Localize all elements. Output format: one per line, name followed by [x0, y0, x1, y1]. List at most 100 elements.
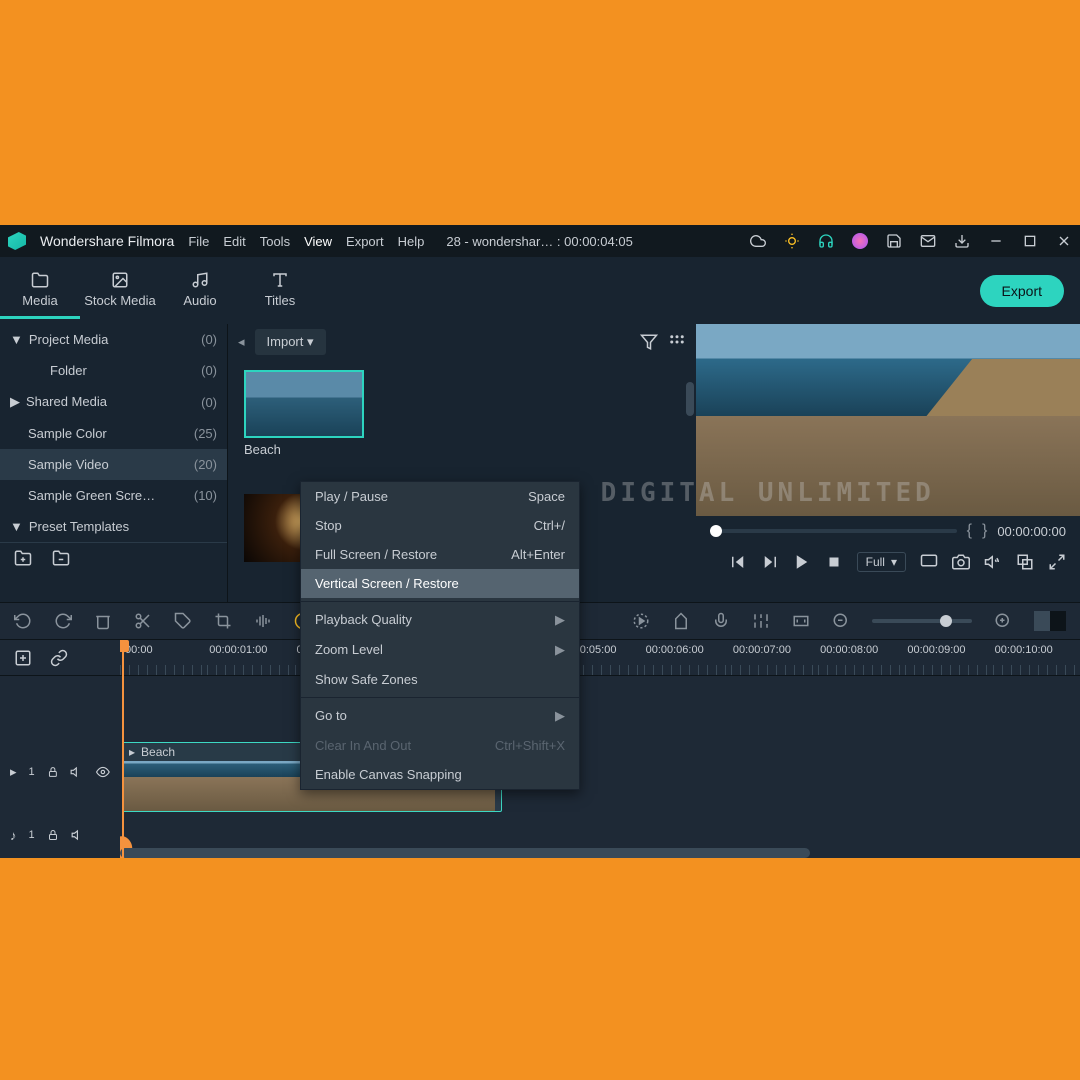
close-icon[interactable] — [1056, 233, 1072, 249]
headphones-icon[interactable] — [818, 233, 834, 249]
tab-titles[interactable]: Titles — [240, 263, 320, 319]
mark-out-icon[interactable]: } — [982, 522, 987, 540]
mic-icon[interactable] — [712, 612, 730, 630]
eye-icon[interactable] — [96, 765, 110, 779]
save-icon[interactable] — [886, 233, 902, 249]
trash-icon[interactable] — [94, 612, 112, 630]
menu-goto[interactable]: Go to▶ — [301, 701, 579, 731]
collapse-icon[interactable]: ◂ — [238, 334, 245, 350]
sidebar-item-sample-color[interactable]: Sample Color (25) — [0, 418, 227, 449]
export-button[interactable]: Export — [980, 275, 1064, 307]
link-icon[interactable] — [50, 649, 68, 667]
mute-icon[interactable] — [70, 765, 84, 779]
marker-icon[interactable] — [672, 612, 690, 630]
mixer-icon[interactable] — [752, 612, 770, 630]
step-back-icon[interactable] — [729, 553, 747, 571]
playhead[interactable] — [122, 640, 124, 858]
tab-stock-media[interactable]: Stock Media — [80, 263, 160, 319]
minimize-icon[interactable] — [988, 233, 1004, 249]
chevron-down-icon: ▼ — [10, 519, 23, 534]
play-next-icon[interactable] — [761, 553, 779, 571]
delete-folder-icon[interactable] — [52, 549, 70, 567]
timeline-tracks[interactable]: :00:00 00:00:01:00 00:00:02:00 00:00:03:… — [120, 640, 1080, 858]
sidebar-item-sample-video[interactable]: Sample Video (20) — [0, 449, 227, 480]
app-title: Wondershare Filmora — [40, 233, 174, 249]
mute-icon[interactable] — [71, 828, 85, 842]
watermark: DIGITAL UNLIMITED — [601, 478, 935, 508]
media-thumbnail-beach[interactable]: Beach — [244, 370, 364, 461]
snapshot-icon[interactable] — [952, 553, 970, 571]
maximize-icon[interactable] — [1022, 233, 1038, 249]
fullscreen-icon[interactable] — [1048, 553, 1066, 571]
chevron-down-icon: ▼ — [10, 332, 23, 347]
sidebar-item-sample-green[interactable]: Sample Green Scre… (10) — [0, 480, 227, 511]
menu-fullscreen[interactable]: Full Screen / RestoreAlt+Enter — [301, 540, 579, 569]
display-icon[interactable] — [920, 553, 938, 571]
mail-icon[interactable] — [920, 233, 936, 249]
fit-icon[interactable] — [792, 612, 810, 630]
audio-track-icon: ♪ — [10, 828, 17, 843]
scrollbar-vertical[interactable] — [686, 382, 694, 416]
chevron-right-icon: ▶ — [555, 642, 565, 658]
titlebar: Wondershare Filmora File Edit Tools View… — [0, 225, 1080, 257]
lock-icon[interactable] — [47, 766, 59, 778]
zoom-out-icon[interactable] — [832, 612, 850, 630]
preview-seekbar[interactable] — [710, 529, 957, 533]
sidebar-item-project-media[interactable]: ▼Project Media (0) — [0, 324, 227, 355]
image-icon — [111, 271, 129, 289]
scissors-icon[interactable] — [134, 612, 152, 630]
menu-playback-quality[interactable]: Playback Quality▶ — [301, 605, 579, 635]
new-folder-icon[interactable] — [14, 549, 32, 567]
lightbulb-icon[interactable] — [784, 233, 800, 249]
sidebar-item-shared-media[interactable]: ▶Shared Media (0) — [0, 386, 227, 418]
menu-tools[interactable]: Tools — [260, 234, 290, 249]
scrollbar-horizontal[interactable] — [120, 848, 810, 858]
grid-icon[interactable] — [668, 333, 686, 351]
menu-help[interactable]: Help — [398, 234, 425, 249]
menu-canvas-snapping[interactable]: Enable Canvas Snapping — [301, 760, 579, 789]
filter-icon[interactable] — [640, 333, 658, 351]
menu-vertical-screen[interactable]: Vertical Screen / Restore — [301, 569, 579, 598]
chevron-down-icon: ▾ — [891, 555, 897, 569]
preview-timecode: 00:00:00:00 — [997, 524, 1066, 539]
sidebar-item-preset-templates[interactable]: ▼Preset Templates — [0, 511, 227, 542]
menu-file[interactable]: File — [188, 234, 209, 249]
sidebar-item-folder[interactable]: Folder (0) — [0, 355, 227, 386]
mark-in-icon[interactable]: { — [967, 522, 972, 540]
render-icon[interactable] — [632, 612, 650, 630]
crop-icon[interactable] — [214, 612, 232, 630]
track-header-audio[interactable]: ♪1 — [0, 810, 120, 860]
menu-play-pause[interactable]: Play / PauseSpace — [301, 482, 579, 511]
menu-safe-zones[interactable]: Show Safe Zones — [301, 665, 579, 694]
menu-view[interactable]: View — [304, 234, 332, 249]
zoom-in-icon[interactable] — [994, 612, 1012, 630]
chevron-right-icon: ▶ — [555, 612, 565, 628]
menu-separator — [301, 601, 579, 602]
quality-select[interactable]: Full▾ — [857, 552, 906, 572]
menu-zoom-level[interactable]: Zoom Level▶ — [301, 635, 579, 665]
stop-icon[interactable] — [825, 553, 843, 571]
zoom-slider[interactable] — [872, 619, 972, 623]
add-track-icon[interactable] — [14, 649, 32, 667]
redo-icon[interactable] — [54, 612, 72, 630]
chevron-right-icon: ▶ — [10, 394, 20, 409]
avatar-icon[interactable] — [852, 233, 868, 249]
app-window: Wondershare Filmora File Edit Tools View… — [0, 225, 1080, 858]
menu-stop[interactable]: StopCtrl+/ — [301, 511, 579, 540]
lock-icon[interactable] — [47, 829, 59, 841]
tag-icon[interactable] — [174, 612, 192, 630]
tab-media[interactable]: Media — [0, 263, 80, 319]
import-button[interactable]: Import ▾ — [255, 329, 326, 355]
tab-audio[interactable]: Audio — [160, 263, 240, 319]
play-icon[interactable] — [793, 553, 811, 571]
download-icon[interactable] — [954, 233, 970, 249]
volume-icon[interactable] — [984, 553, 1002, 571]
menu-edit[interactable]: Edit — [223, 234, 245, 249]
undo-icon[interactable] — [14, 612, 32, 630]
cloud-icon[interactable] — [750, 233, 766, 249]
time-ruler[interactable]: :00:00 00:00:01:00 00:00:02:00 00:00:03:… — [120, 640, 1080, 676]
audio-wave-icon[interactable] — [254, 612, 272, 630]
menu-export[interactable]: Export — [346, 234, 384, 249]
track-header-video[interactable]: ▸1 — [0, 734, 120, 810]
popout-icon[interactable] — [1016, 553, 1034, 571]
